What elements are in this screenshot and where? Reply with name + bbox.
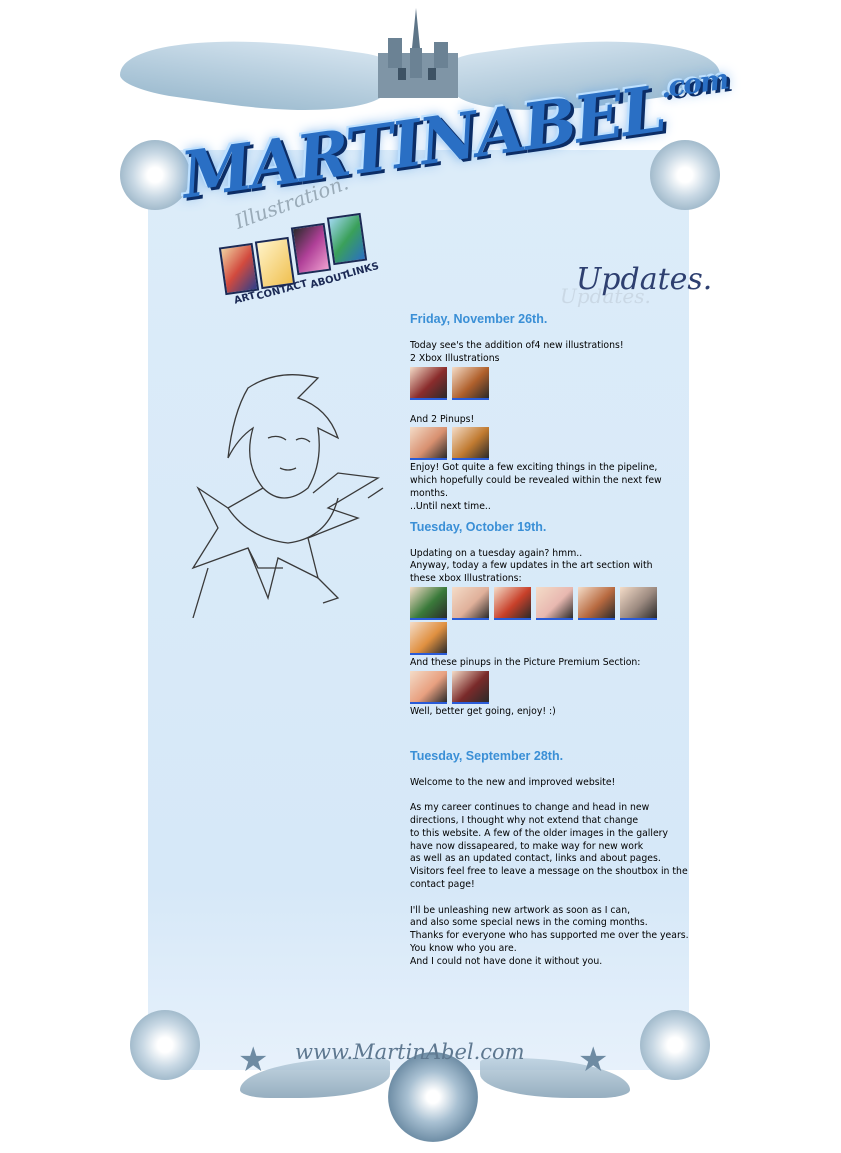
footer-url[interactable]: www.MartinAbel.com (295, 1040, 525, 1064)
entry-text: Enjoy! Got quite a few exciting things i… (410, 462, 662, 512)
illustration-thumbnail-link[interactable] (620, 586, 657, 620)
footer-banner: ★ ★ www.MartinAbel.com (120, 1000, 720, 1153)
illustration-thumbnail-link[interactable] (452, 427, 489, 461)
illustration-thumbnail-link[interactable] (410, 366, 447, 400)
footer-rose-left (130, 1010, 200, 1080)
entry-date: Tuesday, October 19th. (410, 519, 547, 534)
update-entry: Tuesday, September 28th. Welcome to the n… (410, 749, 695, 969)
illustration-thumbnail-link[interactable] (494, 586, 531, 620)
entry-text: Welcome to the new and improved website!… (410, 776, 689, 967)
nav-links-label[interactable]: LINKS (345, 261, 380, 280)
entry-text: Today see's the addition of4 new illustr… (410, 340, 624, 364)
nav-about-button[interactable] (290, 222, 332, 276)
thumbnail-row (410, 366, 695, 400)
illustration-thumbnail-link[interactable] (452, 670, 489, 704)
footer-rose-right (640, 1010, 710, 1080)
illustration-thumbnail-link[interactable] (410, 621, 447, 655)
main-nav: ART CONTACT ABOUT LINKS (218, 212, 380, 310)
entry-text: And 2 Pinups! (410, 413, 475, 425)
compass-star-icon (388, 1052, 478, 1142)
star-icon: ★ (238, 1040, 269, 1080)
nav-links-button[interactable] (326, 212, 368, 266)
updates-heading: Updates. (576, 262, 713, 297)
update-entry: Tuesday, October 19th. Updating on a tues… (410, 520, 695, 743)
nav-art-button[interactable] (218, 242, 260, 296)
thumbnail-row (410, 670, 695, 704)
thumbnail-row (410, 586, 695, 655)
illustration-thumbnail-link[interactable] (410, 427, 447, 461)
illustration-thumbnail-link[interactable] (452, 366, 489, 400)
thumbnail-row (410, 427, 695, 461)
entry-date: Tuesday, September 28th. (410, 748, 564, 763)
entry-text: Well, better get going, enjoy! :) (410, 705, 556, 717)
illustration-thumbnail-link[interactable] (452, 586, 489, 620)
updates-feed: Friday, November 26th. Today see's the ad… (410, 306, 695, 969)
illustration-thumbnail-link[interactable] (578, 586, 615, 620)
entry-date: Friday, November 26th. (410, 312, 548, 326)
nav-about-label[interactable]: ABOUT (309, 270, 349, 291)
illustration-thumbnail-link[interactable] (410, 586, 447, 620)
nav-contact-button[interactable] (254, 236, 296, 290)
star-icon: ★ (578, 1040, 609, 1080)
illustration-thumbnail-link[interactable] (410, 670, 447, 704)
update-entry: Friday, November 26th. Today see's the ad… (410, 312, 695, 514)
character-sketch-image (191, 374, 384, 618)
logo-text: MARTINABEL (176, 71, 669, 214)
illustration-thumbnail-link[interactable] (536, 586, 573, 620)
entry-text: Updating on a tuesday again? hmm.. Anywa… (410, 547, 653, 585)
entry-text: And these pinups in the Picture Premium … (410, 656, 641, 668)
